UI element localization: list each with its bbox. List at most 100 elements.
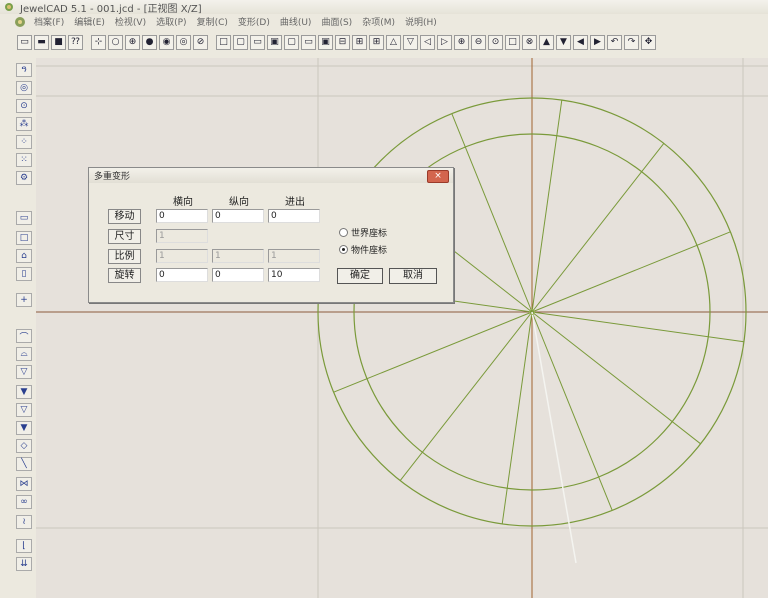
view-right-icon[interactable]: ▣ [318, 34, 333, 50]
dialog-title: 多重变形 [94, 172, 131, 182]
view-box-icon[interactable]: □ [216, 34, 231, 50]
save-icon[interactable]: ■ [51, 34, 66, 50]
triangle-down-icon[interactable]: ▽ [403, 34, 418, 50]
taper-icon[interactable]: ▽ [16, 365, 32, 379]
rotate-button[interactable]: 旋转 [108, 268, 141, 283]
grid-icon[interactable]: ⊞ [369, 34, 384, 50]
scale-button[interactable]: 比例 [108, 249, 141, 264]
move-y-input[interactable]: 0 [212, 209, 264, 223]
menu-item[interactable]: 复制(C) [197, 15, 228, 28]
menu-item[interactable]: 曲线(U) [280, 15, 312, 28]
view-back-icon[interactable]: ▢ [284, 34, 299, 50]
triangle-up-icon[interactable]: △ [386, 34, 401, 50]
redo-icon[interactable]: ↷ [624, 34, 639, 50]
view-side-icon[interactable]: ▭ [250, 34, 265, 50]
points-icon[interactable]: ⁂ [16, 117, 32, 131]
ring-icon[interactable]: ◉ [159, 34, 174, 50]
world-coords-radio[interactable]: 世界座标 [339, 226, 387, 239]
node-icon[interactable]: ⁘ [16, 135, 32, 149]
magnet-icon[interactable]: ◎ [16, 81, 32, 95]
main-toolbar: ▭ ▬ ■ ⁇ ⊹ ○ ⊕ ● ◉ ◎ ⊘ □ ▢ ▭ ▣ ▢ ▭ ▣ ⊟ ⊞ ⊞ △ ▽ ◁ ▷ ⊕ ⊖ ⊙ □ ⊗ ▲ ▼ ◀ ▶ ↶ ↷ ✥ [17, 32, 768, 52]
viewport-canvas[interactable] [36, 58, 768, 598]
move-z-input[interactable]: 0 [268, 209, 320, 223]
zoom-window-icon[interactable]: ⊗ [522, 34, 537, 50]
sweep-icon[interactable]: ◇ [16, 439, 32, 453]
move-right-icon[interactable]: ▶ [590, 34, 605, 50]
move-up-icon[interactable]: ▲ [539, 34, 554, 50]
menu-item[interactable]: 编辑(E) [74, 15, 105, 28]
curve-tool-icon[interactable]: ⌓ [16, 347, 32, 361]
object-coords-radio[interactable]: 物件座标 [339, 243, 387, 256]
view-front-icon[interactable]: ▢ [233, 34, 248, 50]
close-button[interactable]: × [427, 170, 449, 183]
house-tool-icon[interactable]: ⌂ [16, 249, 32, 263]
menu-item[interactable]: 档案(F) [34, 15, 64, 28]
select-tool-icon[interactable]: ዓ [16, 63, 32, 77]
arrow-left-icon[interactable]: ◁ [420, 34, 435, 50]
size-button[interactable]: 尺寸 [108, 229, 141, 244]
arrow-right-icon[interactable]: ▷ [437, 34, 452, 50]
funnel-icon[interactable]: ▽ [16, 403, 32, 417]
document-icon[interactable] [13, 15, 28, 28]
no-select-icon[interactable]: ⊘ [193, 34, 208, 50]
vertex-icon[interactable]: ⁙ [16, 153, 32, 167]
bridge-icon[interactable]: ⋈ [16, 477, 32, 491]
zoom-out-icon[interactable]: ⊖ [471, 34, 486, 50]
panel-tool-icon[interactable]: ▯ [16, 267, 32, 281]
split-h-icon[interactable]: ⊟ [335, 34, 350, 50]
help-icon[interactable]: ⁇ [68, 34, 83, 50]
rotate-x-input[interactable]: 0 [156, 268, 208, 282]
radio-world-indicator [339, 228, 348, 237]
corner-icon[interactable]: ⌊ [16, 539, 32, 553]
open-file-icon[interactable]: ▬ [34, 34, 49, 50]
zoom-in-icon[interactable]: ⊕ [454, 34, 469, 50]
arc-tool-icon[interactable]: ⌒ [16, 329, 32, 343]
solid-dot-icon[interactable]: ● [142, 34, 157, 50]
frame-icon[interactable]: □ [505, 34, 520, 50]
pick-point-icon[interactable]: ⊹ [91, 34, 106, 50]
rotate-z-input[interactable]: 10 [268, 268, 320, 282]
loop-icon[interactable]: ∞ [16, 495, 32, 509]
menu-item[interactable]: 杂项(M) [362, 15, 395, 28]
line-tool-icon[interactable]: ╲ [16, 457, 32, 471]
move-down-icon[interactable]: ▼ [556, 34, 571, 50]
move-left-icon[interactable]: ◀ [573, 34, 588, 50]
new-file-icon[interactable]: ▭ [17, 34, 32, 50]
down-arrows-icon[interactable]: ⇊ [16, 557, 32, 571]
undo-icon[interactable]: ↶ [607, 34, 622, 50]
split-v-icon[interactable]: ⊞ [352, 34, 367, 50]
menu-item[interactable]: 选取(P) [156, 15, 186, 28]
app-icon [5, 3, 13, 11]
scale-x-input: 1 [156, 249, 208, 263]
pan-icon[interactable]: ✥ [641, 34, 656, 50]
spoke-line [531, 231, 731, 313]
wave-icon[interactable]: ≀ [16, 515, 32, 529]
ok-button[interactable]: 确定 [337, 268, 383, 284]
menu-item[interactable]: 检视(V) [115, 15, 146, 28]
double-ring-icon[interactable]: ◎ [176, 34, 191, 50]
rect-tool-icon[interactable]: ▭ [16, 211, 32, 225]
menu-bar: 档案(F) 编辑(E) 检视(V) 选取(P) 复制(C) 变形(D) 曲线(U) 曲面(S)… [0, 14, 768, 30]
view-left-icon[interactable]: ▭ [301, 34, 316, 50]
settings-icon[interactable]: ⚙ [16, 171, 32, 185]
drawing-area[interactable] [36, 58, 768, 598]
move-x-input[interactable]: 0 [156, 209, 208, 223]
menu-item[interactable]: 说明(H) [405, 15, 437, 28]
move-button[interactable]: 移动 [108, 209, 141, 224]
column-header-horizontal: 横向 [173, 197, 193, 208]
cancel-button[interactable]: 取消 [389, 268, 437, 284]
taper-bold-icon[interactable]: ▼ [16, 385, 32, 399]
dialog-title-bar[interactable]: 多重变形 × [89, 168, 453, 183]
rotate-y-input[interactable]: 0 [212, 268, 264, 282]
snap-icon[interactable]: ⊙ [16, 99, 32, 113]
target-icon[interactable]: ⊕ [125, 34, 140, 50]
funnel-bold-icon[interactable]: ▼ [16, 421, 32, 435]
view-top-icon[interactable]: ▣ [267, 34, 282, 50]
add-point-icon[interactable]: + [16, 293, 32, 307]
window-title: JewelCAD 5.1 - 001.jcd - [正视图 X/Z] [20, 4, 202, 15]
square-tool-icon[interactable]: □ [16, 231, 32, 245]
menu-item[interactable]: 曲面(S) [321, 15, 352, 28]
circle-icon[interactable]: ○ [108, 34, 123, 50]
zoom-fit-icon[interactable]: ⊙ [488, 34, 503, 50]
menu-item[interactable]: 变形(D) [238, 15, 270, 28]
